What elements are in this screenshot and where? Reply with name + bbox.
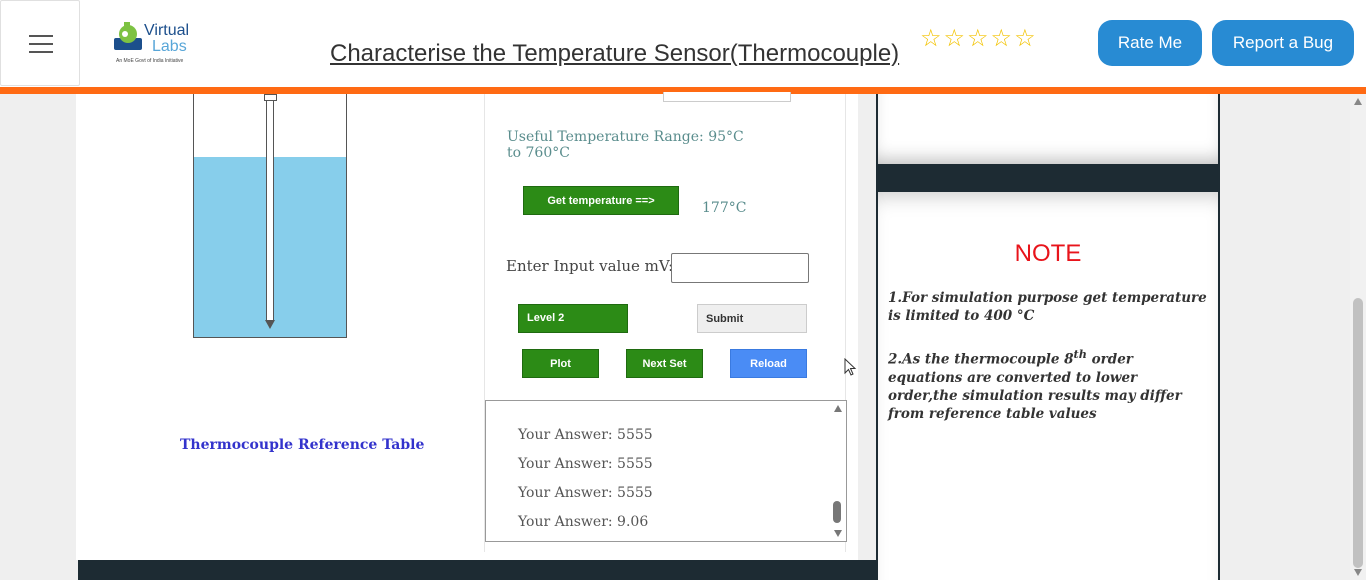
input-mv-label: Enter Input value mV:: [506, 257, 674, 275]
note-item-2-prefix: 2.As the thermocouple 8: [888, 351, 1074, 368]
note-item-2: 2.As the thermocouple 8th order equation…: [888, 345, 1208, 423]
top-input-field[interactable]: [663, 92, 791, 102]
plot-button[interactable]: Plot: [522, 349, 599, 378]
virtual-labs-logo[interactable]: Virtual Labs An MoE Govt of India Initia…: [110, 16, 202, 68]
note-item-1: 1.For simulation purpose get temperature…: [888, 290, 1207, 324]
temperature-value: 177°C: [702, 200, 747, 216]
controls-section: Useful Temperature Range: 95°C to 760°C …: [484, 92, 847, 552]
panel-footer: [78, 560, 878, 580]
answers-scrollbar[interactable]: [830, 401, 846, 541]
instructions-card: [878, 94, 1218, 164]
hamburger-menu-button[interactable]: [0, 0, 80, 86]
flask-logo-icon: [114, 22, 142, 50]
menu-line-icon: [29, 51, 53, 53]
scroll-up-arrow-icon[interactable]: [834, 405, 842, 412]
reload-button[interactable]: Reload: [730, 349, 807, 378]
probe-cap: [264, 94, 277, 101]
rate-me-button[interactable]: Rate Me: [1098, 20, 1202, 66]
header: Virtual Labs An MoE Govt of India Initia…: [0, 0, 1366, 87]
mouse-cursor-icon: [844, 358, 857, 376]
get-temperature-button[interactable]: Get temperature ==>: [523, 186, 679, 215]
note-card: NOTE 1.For simulation purpose get temper…: [878, 192, 1218, 580]
answer-item: Your Answer: 5555: [518, 456, 653, 472]
mv-input-field[interactable]: [671, 253, 809, 283]
probe-tip: [265, 320, 275, 329]
note-item-2-sup: th: [1073, 347, 1087, 361]
reference-table-link[interactable]: Thermocouple Reference Table: [180, 437, 424, 453]
scroll-thumb[interactable]: [1353, 298, 1363, 568]
next-set-button[interactable]: Next Set: [626, 349, 703, 378]
temperature-range-text: Useful Temperature Range: 95°C to 760°C: [507, 129, 744, 161]
scroll-thumb[interactable]: [833, 501, 841, 523]
answers-log[interactable]: Your Answer: 5555 Your Answer: 5555 Your…: [485, 400, 847, 542]
report-bug-button[interactable]: Report a Bug: [1212, 20, 1354, 66]
page-title: Characterise the Temperature Sensor(Ther…: [330, 40, 900, 67]
submit-button[interactable]: Submit: [697, 304, 807, 333]
answer-item: Your Answer: 9.06: [518, 514, 649, 530]
menu-line-icon: [29, 35, 53, 37]
beaker: [193, 94, 347, 338]
simulation-panel: Thermocouple Reference Table Useful Temp…: [76, 92, 858, 560]
page-scrollbar[interactable]: [1350, 94, 1366, 580]
note-title: NOTE: [1014, 240, 1082, 267]
logo-title-2: Labs: [152, 38, 187, 55]
answer-item: Your Answer: 5555: [518, 485, 653, 501]
answer-item: Your Answer: 5555: [518, 427, 653, 443]
thermocouple-probe: [266, 94, 274, 322]
logo-subtitle: An MoE Govt of India Initiative: [116, 58, 184, 64]
scroll-down-arrow-icon[interactable]: [1354, 569, 1362, 576]
scroll-up-arrow-icon[interactable]: [1354, 98, 1362, 105]
menu-line-icon: [29, 43, 53, 45]
star-rating[interactable]: ☆☆☆☆☆: [920, 24, 1038, 52]
scroll-down-arrow-icon[interactable]: [834, 530, 842, 537]
level-indicator: Level 2: [518, 304, 628, 333]
